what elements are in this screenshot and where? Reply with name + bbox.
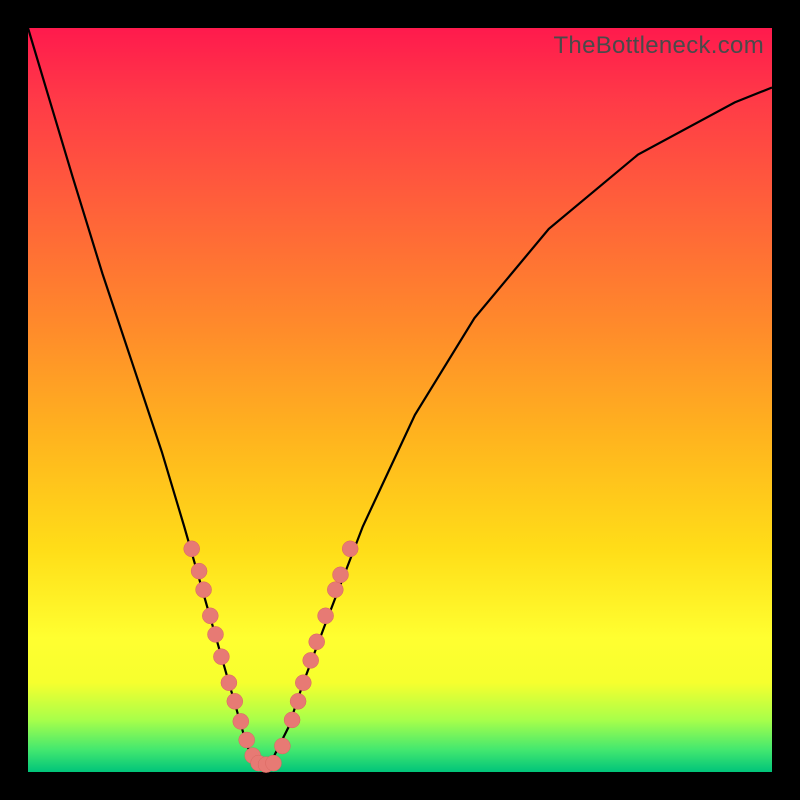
- curve-marker: [227, 693, 243, 709]
- curve-marker: [221, 675, 237, 691]
- curve-marker: [327, 582, 343, 598]
- curve-marker: [196, 582, 212, 598]
- curve-marker: [303, 652, 319, 668]
- curve-marker: [295, 675, 311, 691]
- bottleneck-curve-path: [28, 28, 772, 765]
- curve-marker: [184, 541, 200, 557]
- curve-marker: [284, 712, 300, 728]
- curve-marker: [309, 634, 325, 650]
- plot-area: TheBottleneck.com: [28, 28, 772, 772]
- curve-marker: [266, 755, 282, 771]
- curve-marker: [239, 732, 255, 748]
- curve-marker: [233, 713, 249, 729]
- bottleneck-curve-svg: [28, 28, 772, 772]
- curve-markers-group: [184, 541, 359, 773]
- curve-marker: [290, 693, 306, 709]
- curve-marker: [191, 563, 207, 579]
- curve-marker: [202, 608, 218, 624]
- chart-frame: TheBottleneck.com: [0, 0, 800, 800]
- curve-marker: [213, 649, 229, 665]
- curve-marker: [342, 541, 358, 557]
- curve-marker: [318, 608, 334, 624]
- curve-marker: [333, 567, 349, 583]
- curve-marker: [274, 738, 290, 754]
- curve-marker: [208, 626, 224, 642]
